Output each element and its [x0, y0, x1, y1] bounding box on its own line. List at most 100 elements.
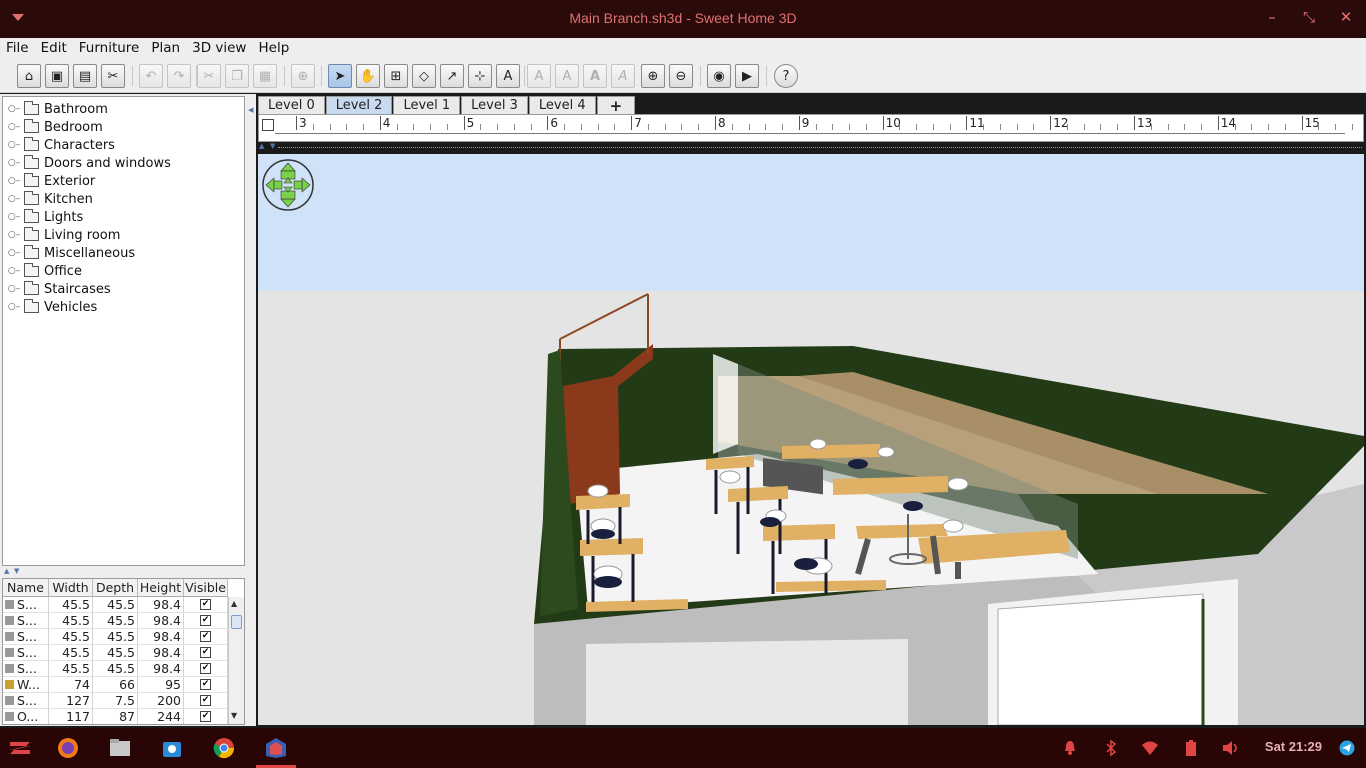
expand-icon[interactable]: ○–	[8, 284, 20, 294]
preferences-icon[interactable]: ✂	[101, 64, 125, 88]
expand-icon[interactable]: ○–	[8, 230, 20, 240]
add-furniture-icon[interactable]: ⊕	[291, 64, 315, 88]
3d-view[interactable]	[258, 154, 1364, 725]
wifi-icon[interactable]	[1140, 738, 1160, 758]
col-height[interactable]: Height	[138, 579, 184, 596]
3d-scene[interactable]	[258, 154, 1364, 725]
bluetooth-icon[interactable]	[1101, 738, 1121, 758]
col-width[interactable]: Width	[49, 579, 93, 596]
table-row[interactable]: S... 45.5 45.5 98.4 ✔	[3, 629, 228, 645]
row-visible[interactable]: ✔	[184, 629, 228, 645]
paste-icon[interactable]: ▦	[253, 64, 277, 88]
sweet-home-3d-icon[interactable]	[264, 736, 288, 760]
row-visible[interactable]: ✔	[184, 677, 228, 693]
open-icon[interactable]: ▣	[45, 64, 69, 88]
visible-checkbox[interactable]: ✔	[200, 615, 211, 626]
col-visible[interactable]: Visible	[184, 579, 228, 596]
undo-icon[interactable]: ↶	[139, 64, 163, 88]
catalog-category[interactable]: ○– Miscellaneous	[8, 244, 135, 262]
catalog-category[interactable]: ○– Characters	[8, 136, 115, 154]
copy-icon[interactable]: ❐	[225, 64, 249, 88]
catalog-category[interactable]: ○– Lights	[8, 208, 83, 226]
zorin-menu-icon[interactable]	[8, 736, 32, 760]
help-icon[interactable]: ?	[774, 64, 798, 88]
catalog-category[interactable]: ○– Living room	[8, 226, 120, 244]
navigation-arrows-icon[interactable]	[261, 158, 315, 212]
expand-icon[interactable]: ○–	[8, 266, 20, 276]
expand-icon[interactable]: ○–	[8, 122, 20, 132]
menu-3d-view[interactable]: 3D view	[192, 38, 252, 60]
notifications-icon[interactable]	[1060, 738, 1080, 758]
scroll-down-icon[interactable]: ▼	[231, 711, 237, 720]
create-polylines-icon[interactable]: ↗	[440, 64, 464, 88]
catalog-splitter[interactable]: ▲ ▼	[2, 567, 245, 575]
catalog-category[interactable]: ○– Kitchen	[8, 190, 93, 208]
table-row[interactable]: S... 45.5 45.5 98.4 ✔	[3, 613, 228, 629]
volume-icon[interactable]	[1221, 738, 1241, 758]
zoom-out-icon[interactable]: ⊖	[669, 64, 693, 88]
table-row[interactable]: W... 74 66 95 ✔	[3, 677, 228, 693]
files-icon[interactable]	[108, 736, 132, 760]
expand-icon[interactable]: ○–	[8, 176, 20, 186]
table-row[interactable]: S... 45.5 45.5 98.4 ✔	[3, 597, 228, 613]
table-row[interactable]: O... 117 87 244 ✔	[3, 709, 228, 724]
cut-icon[interactable]: ✂	[197, 64, 221, 88]
bold-text-icon[interactable]: A	[583, 64, 607, 88]
splitter-up-icon[interactable]: ▲	[4, 567, 9, 575]
catalog-category[interactable]: ○– Bathroom	[8, 100, 108, 118]
firefox-icon[interactable]	[56, 736, 80, 760]
catalog-category[interactable]: ○– Office	[8, 262, 82, 280]
chrome-icon[interactable]	[212, 736, 236, 760]
col-depth[interactable]: Depth	[93, 579, 138, 596]
tab-level-3[interactable]: Level 3	[461, 96, 528, 114]
minimize-icon[interactable]: –	[1262, 8, 1282, 26]
plan-3d-splitter[interactable]: ▲ ▼	[256, 142, 1364, 153]
new-home-icon[interactable]: ⌂	[17, 64, 41, 88]
expand-icon[interactable]: ○–	[8, 140, 20, 150]
clock[interactable]: Sat 21:29	[1265, 739, 1322, 754]
visible-checkbox[interactable]: ✔	[200, 679, 211, 690]
italic-text-icon[interactable]: A	[611, 64, 635, 88]
tab-level-0[interactable]: Level 0	[258, 96, 325, 114]
select-icon[interactable]: ➤	[328, 64, 352, 88]
scroll-thumb[interactable]	[231, 615, 242, 629]
visible-checkbox[interactable]: ✔	[200, 711, 211, 722]
save-icon[interactable]: ▤	[73, 64, 97, 88]
visible-checkbox[interactable]: ✔	[200, 663, 211, 674]
create-photo-icon[interactable]: ◉	[707, 64, 731, 88]
create-video-icon[interactable]: ▶	[735, 64, 759, 88]
redo-icon[interactable]: ↷	[167, 64, 191, 88]
row-visible[interactable]: ✔	[184, 597, 228, 613]
col-name[interactable]: Name	[3, 579, 49, 596]
table-row[interactable]: S... 45.5 45.5 98.4 ✔	[3, 661, 228, 677]
row-visible[interactable]: ✔	[184, 693, 228, 709]
menu-edit[interactable]: Edit	[41, 38, 73, 60]
splitter-left-icon[interactable]: ◀	[248, 106, 253, 114]
tab-level-2[interactable]: Level 2	[325, 96, 393, 114]
add-text-icon[interactable]: A	[496, 64, 520, 88]
row-visible[interactable]: ✔	[184, 613, 228, 629]
visible-checkbox[interactable]: ✔	[200, 695, 211, 706]
close-icon[interactable]: ✕	[1336, 8, 1356, 26]
catalog-category[interactable]: ○– Exterior	[8, 172, 95, 190]
create-rooms-icon[interactable]: ◇	[412, 64, 436, 88]
zoom-in-icon[interactable]: ⊕	[641, 64, 665, 88]
table-row[interactable]: S... 127 7.5 200 ✔	[3, 693, 228, 709]
visible-checkbox[interactable]: ✔	[200, 631, 211, 642]
menu-furniture[interactable]: Furniture	[79, 38, 146, 60]
tab-level-1[interactable]: Level 1	[393, 96, 461, 114]
row-visible[interactable]: ✔	[184, 661, 228, 677]
visible-checkbox[interactable]: ✔	[200, 647, 211, 658]
create-dimensions-icon[interactable]: ⊹	[468, 64, 492, 88]
table-row[interactable]: S... 45.5 45.5 98.4 ✔	[3, 645, 228, 661]
expand-icon[interactable]: ○–	[8, 302, 20, 312]
pan-icon[interactable]: ✋	[356, 64, 380, 88]
increase-text-icon[interactable]: A	[527, 64, 551, 88]
plan-corner-icon[interactable]	[262, 119, 274, 131]
expand-icon[interactable]: ○–	[8, 212, 20, 222]
restore-icon[interactable]: ⤡	[1299, 8, 1319, 26]
software-store-icon[interactable]	[160, 736, 184, 760]
menu-plan[interactable]: Plan	[151, 38, 186, 60]
telegram-icon[interactable]	[1337, 738, 1357, 758]
expand-icon[interactable]: ○–	[8, 248, 20, 258]
